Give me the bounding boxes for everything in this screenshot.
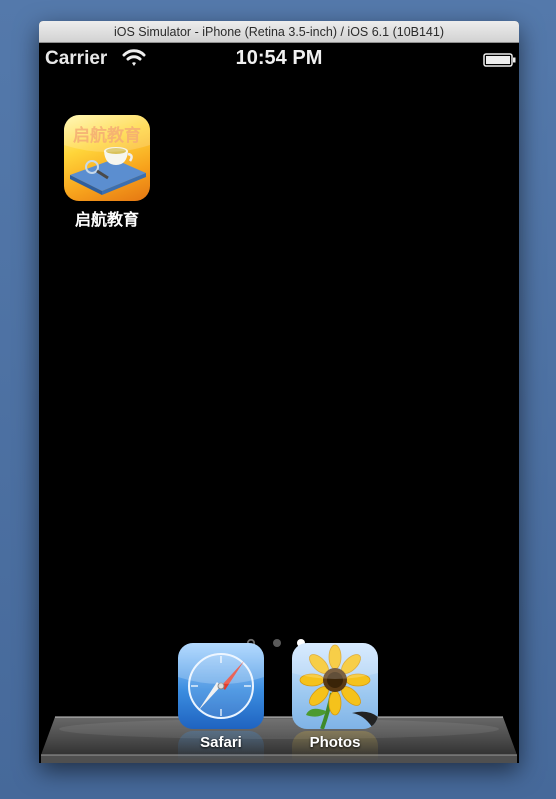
dock: [39, 715, 519, 763]
dock-shelf: [41, 716, 517, 763]
page-dot-1[interactable]: [273, 639, 281, 647]
battery-icon: [483, 51, 517, 67]
qihang-education-app-icon[interactable]: 启航教育: [64, 115, 150, 201]
page-indicator[interactable]: [39, 637, 519, 650]
status-time: 10:54 PM: [235, 47, 323, 69]
app-qihang-education[interactable]: 启航教育 启航教育: [62, 115, 152, 230]
window-title: iOS Simulator - iPhone (Retina 3.5-inch)…: [39, 21, 519, 43]
safari-compass-icon[interactable]: [178, 643, 264, 729]
dock-app-label: Safari: [200, 734, 242, 751]
app-label: 启航教育: [74, 212, 139, 229]
simulator-window: iOS Simulator - iPhone (Retina 3.5-inch)…: [39, 21, 519, 763]
photos-sunflower-icon[interactable]: [292, 643, 378, 729]
dock-app-photos[interactable]: Photos: [290, 643, 380, 761]
dock-app-safari[interactable]: Safari: [176, 643, 266, 761]
dock-app-label: Photos: [309, 734, 361, 751]
iphone-screen[interactable]: Carrier 10:54 PM 启航教育 Safari Photos: [39, 43, 519, 763]
status-bar: Carrier 10:54 PM: [39, 43, 519, 73]
